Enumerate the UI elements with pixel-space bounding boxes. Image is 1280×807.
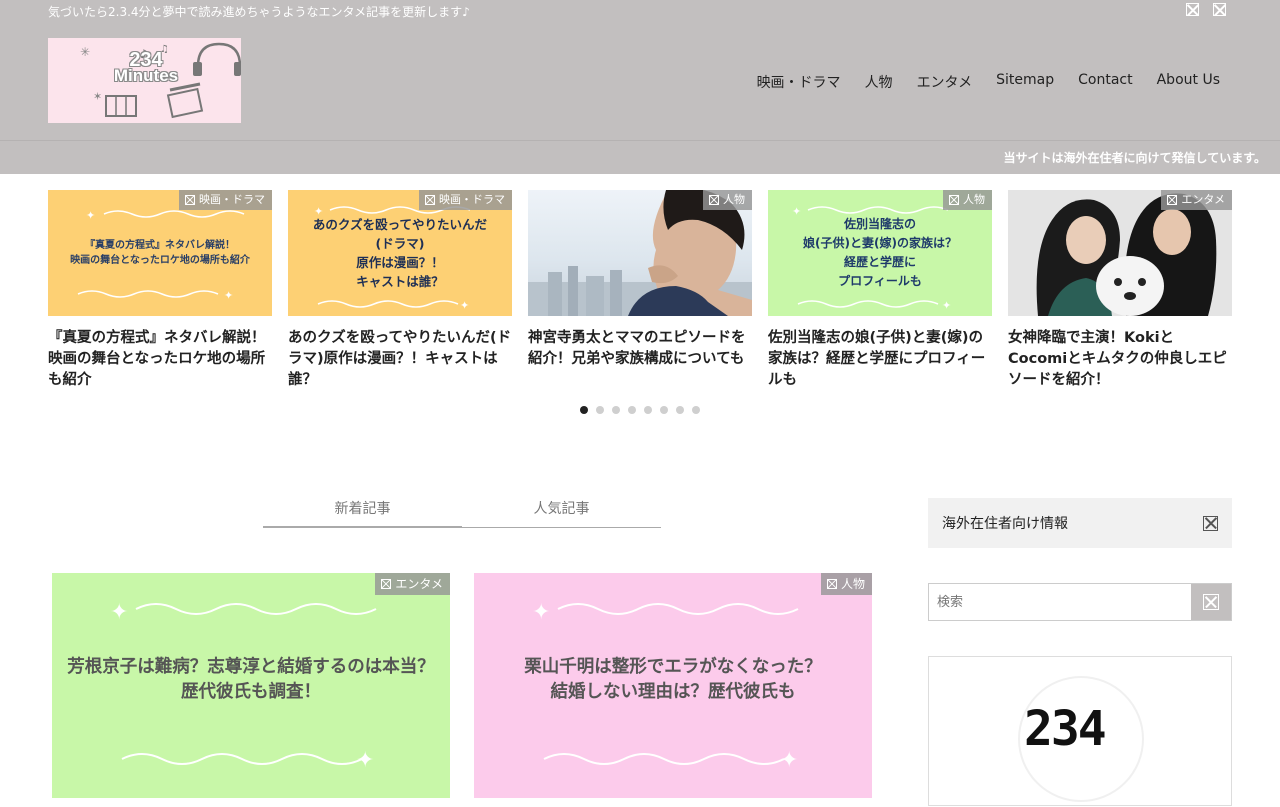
carousel-dot[interactable]	[692, 406, 700, 414]
category-badge[interactable]: 人物	[820, 573, 872, 595]
logo-text: 234 Minutes	[76, 50, 216, 85]
social-x-icon[interactable]	[1186, 3, 1199, 16]
carousel-slide[interactable]: ✦ あのクズを殴ってやりたいんだ (ドラマ) 原作は漫画？！ キャストは誰？ ✦ 映画…	[288, 190, 512, 391]
svg-text:✦: ✦	[224, 289, 233, 300]
carousel-dot[interactable]	[612, 406, 620, 414]
nav-entertainment[interactable]: エンタメ	[905, 72, 985, 92]
article-tabs: 新着記事 人気記事	[263, 498, 661, 528]
notice-text: 当サイトは海外在住者に向けて発信しています。	[1003, 151, 1266, 165]
nav-contact[interactable]: Contact	[1066, 72, 1144, 92]
category-label: 映画・ドラマ	[199, 193, 265, 206]
category-label: 人物	[840, 577, 865, 591]
widget-logo: 234	[1024, 701, 1107, 757]
nav-movies-drama[interactable]: 映画・ドラマ	[745, 72, 853, 92]
category-badge[interactable]: エンタメ	[1161, 190, 1232, 210]
slide-thumbnail[interactable]: 人物	[528, 190, 752, 316]
folder-icon	[425, 195, 435, 205]
svg-text:✦: ✦	[460, 299, 469, 310]
search-button[interactable]	[1191, 584, 1231, 620]
svg-text:✦: ✦	[356, 748, 374, 773]
folder-icon	[709, 195, 719, 205]
slide-title[interactable]: あのクズを殴ってやりたいんだ(ドラマ)原作は漫画？！キャストは誰？	[288, 328, 512, 391]
nav-sitemap[interactable]: Sitemap	[984, 72, 1066, 92]
folder-icon	[826, 579, 837, 589]
svg-text:✦: ✦	[780, 748, 798, 773]
slide-thumbnail[interactable]: エンタメ	[1008, 190, 1232, 316]
social-x-icon[interactable]	[1213, 3, 1226, 16]
article-card[interactable]: ✦ ✦ 芳根京子は難病？志尊淳と結婚するのは本当？ 歴代彼氏も調査！ エンタメ	[52, 573, 450, 798]
sidebar-overseas-label: 海外在住者向け情報	[942, 516, 1068, 532]
svg-text:✦: ✦	[532, 600, 550, 625]
slide-thumbnail[interactable]: ✦ 『真夏の方程式』ネタバレ解説！ 映画の舞台となったロケ地の場所も紹介 ✦ 映画…	[48, 190, 272, 316]
sidebar-search	[928, 583, 1232, 621]
sidebar-overseas-info[interactable]: 海外在住者向け情報	[928, 498, 1232, 548]
carousel-slide[interactable]: エンタメ 女神降臨で主演！KokiとCocomiとキムタクの仲良しエピソードを紹…	[1008, 190, 1232, 391]
nav-people[interactable]: 人物	[853, 72, 905, 92]
svg-text:✦: ✦	[110, 600, 128, 625]
card-image-text: 栗山千明は整形でエラがなくなった？ 結婚しない理由は？歴代彼氏も	[524, 657, 822, 702]
wave-decoration-icon: ✦	[317, 299, 469, 310]
folder-icon	[185, 195, 195, 205]
search-input[interactable]	[929, 584, 1191, 620]
svg-text:✦: ✦	[942, 299, 951, 310]
category-label: エンタメ	[395, 577, 443, 591]
folder-icon	[381, 579, 392, 589]
carousel-dot[interactable]	[644, 406, 652, 414]
category-badge[interactable]: 人物	[703, 190, 752, 210]
wave-decoration-icon: ✦	[797, 299, 951, 310]
category-label: 人物	[723, 193, 745, 206]
logo-word: Minutes	[113, 66, 179, 85]
featured-carousel: ✦ 『真夏の方程式』ネタバレ解説！ 映画の舞台となったロケ地の場所も紹介 ✦ 映画…	[48, 190, 1232, 400]
slide-thumbnail[interactable]: ✦ 佐別当隆志の 娘(子供)と妻(嫁)の家族は？ 経歴と学歴に プロフィールも ✦ 人…	[768, 190, 992, 316]
carousel-dot[interactable]	[628, 406, 636, 414]
slide-title[interactable]: 『真夏の方程式』ネタバレ解説！映画の舞台となったロケ地の場所も紹介	[48, 328, 272, 391]
notice-bar: 当サイトは海外在住者に向けて発信しています。	[0, 140, 1280, 174]
carousel-slide[interactable]: 人物 神宮寺勇太とママのエピソードを紹介！兄弟や家族構成についても	[528, 190, 752, 370]
top-icons	[1186, 3, 1226, 16]
carousel-pagination	[580, 406, 700, 414]
sidebar-profile-widget: 234	[928, 656, 1232, 806]
search-icon	[1203, 594, 1219, 610]
main-nav: 映画・ドラマ 人物 エンタメ Sitemap Contact About Us	[745, 72, 1220, 92]
category-label: エンタメ	[1181, 193, 1225, 206]
site-logo[interactable]: ♪ ♫ ✳ ✶ 234 Minutes	[48, 38, 241, 123]
category-badge[interactable]: エンタメ	[375, 573, 450, 595]
category-label: 映画・ドラマ	[439, 193, 505, 206]
expand-icon	[1203, 515, 1218, 531]
category-badge[interactable]: 映画・ドラマ	[419, 190, 512, 210]
folder-icon	[1167, 195, 1178, 205]
wave-decoration-icon: ✦	[77, 289, 233, 300]
category-badge[interactable]: 人物	[943, 190, 992, 210]
card-image-text: 芳根京子は難病？志尊淳と結婚するのは本当？ 歴代彼氏も調査！	[67, 657, 435, 702]
slide-title[interactable]: 神宮寺勇太とママのエピソードを紹介！兄弟や家族構成についても	[528, 328, 752, 370]
slide-thumbnail[interactable]: ✦ あのクズを殴ってやりたいんだ (ドラマ) 原作は漫画？！ キャストは誰？ ✦ 映画…	[288, 190, 512, 316]
carousel-dot[interactable]	[660, 406, 668, 414]
site-header: 気づいたら2.3.4分と夢中で読み進めちゃうようなエンタメ記事を更新します♪ ♪…	[0, 0, 1280, 140]
category-badge[interactable]: 映画・ドラマ	[179, 190, 272, 210]
carousel-dot[interactable]	[596, 406, 604, 414]
carousel-slide[interactable]: ✦ 『真夏の方程式』ネタバレ解説！ 映画の舞台となったロケ地の場所も紹介 ✦ 映画…	[48, 190, 272, 391]
tab-popular[interactable]: 人気記事	[462, 498, 661, 528]
carousel-dot[interactable]	[676, 406, 684, 414]
slide-title[interactable]: 佐別当隆志の娘(子供)と妻(嫁)の家族は？経歴と学歴にプロフィールも	[768, 328, 992, 391]
article-card[interactable]: ✦ ✦ 栗山千明は整形でエラがなくなった？ 結婚しない理由は？歴代彼氏も 人物	[474, 573, 872, 798]
svg-text:✶: ✶	[93, 90, 102, 103]
category-label: 人物	[963, 193, 985, 206]
carousel-dot[interactable]	[580, 406, 588, 414]
slide-title[interactable]: 女神降臨で主演！KokiとCocomiとキムタクの仲良しエピソードを紹介！	[1008, 328, 1232, 391]
site-tagline: 気づいたら2.3.4分と夢中で読み進めちゃうようなエンタメ記事を更新します♪	[48, 5, 470, 19]
folder-icon	[949, 195, 959, 205]
tab-latest[interactable]: 新着記事	[263, 498, 462, 528]
nav-about-us[interactable]: About Us	[1145, 72, 1220, 92]
carousel-slide[interactable]: ✦ 佐別当隆志の 娘(子供)と妻(嫁)の家族は？ 経歴と学歴に プロフィールも ✦ 人…	[768, 190, 992, 391]
